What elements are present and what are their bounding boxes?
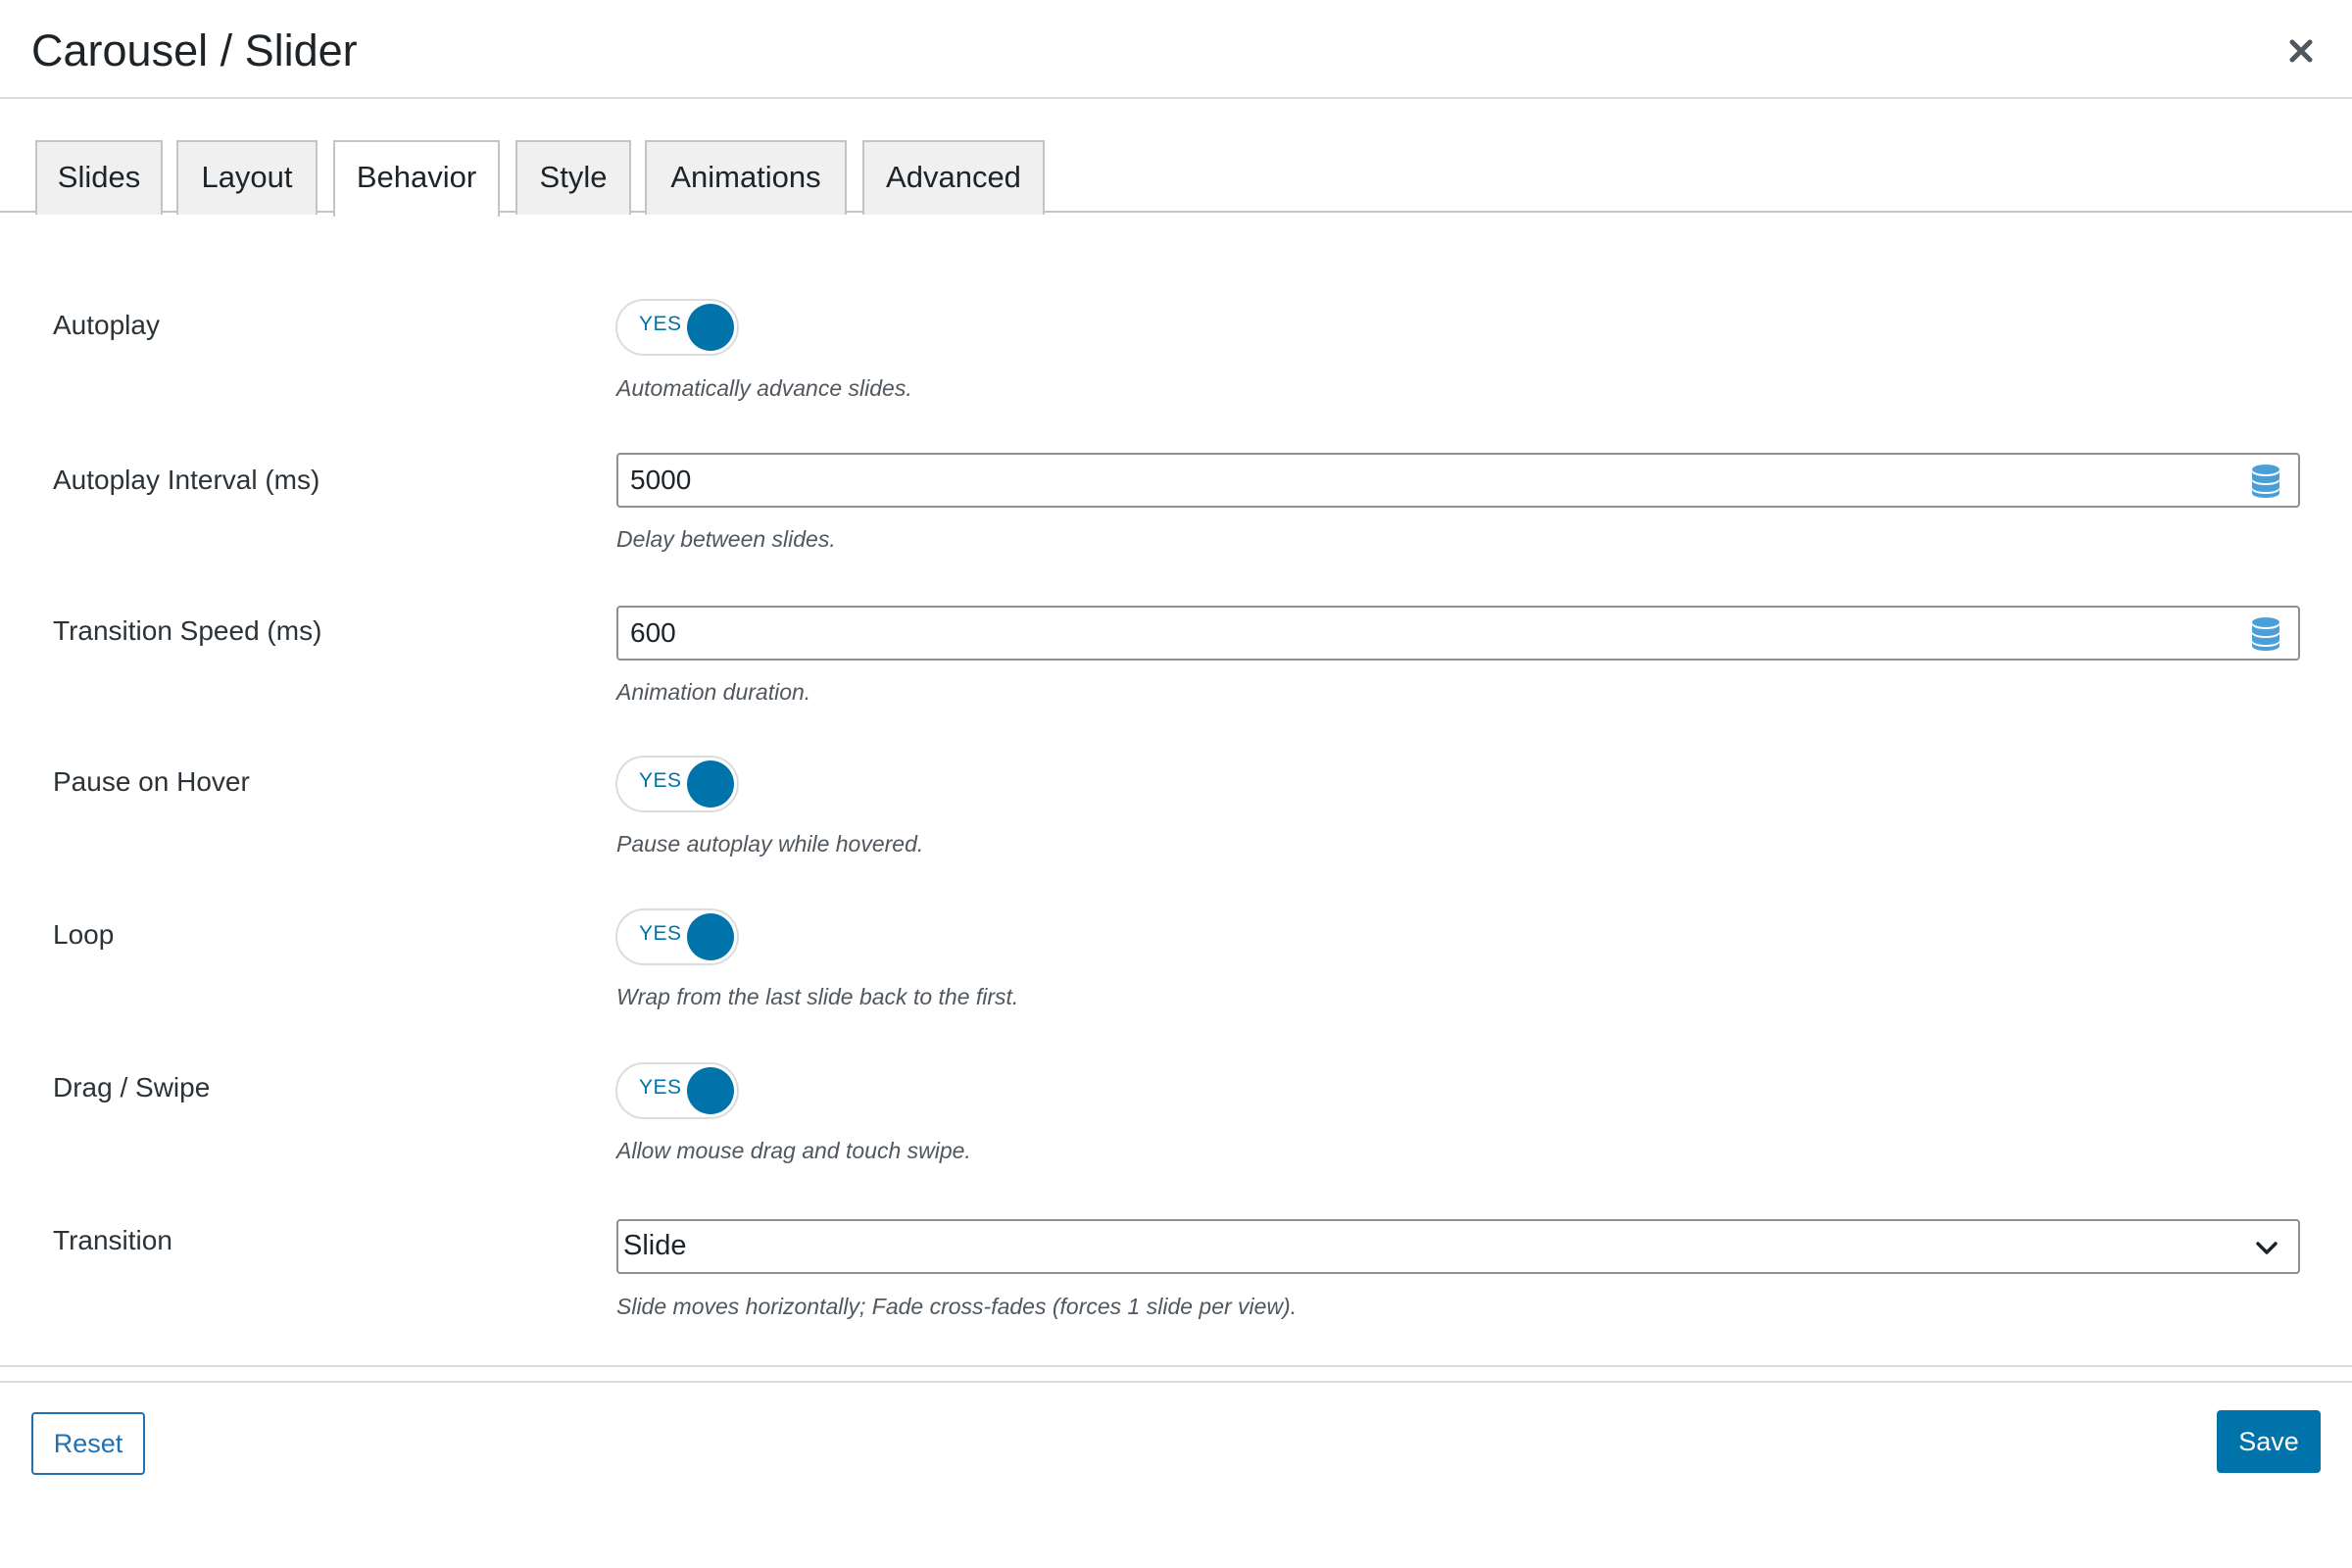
- transition-selected-value: Slide: [623, 1230, 687, 1261]
- toggle-knob: [687, 760, 734, 808]
- autoplay-interval-help: Delay between slides.: [616, 526, 836, 552]
- toggle-state-text: YES: [639, 1076, 682, 1099]
- autoplay-interval-field: [616, 453, 2300, 508]
- toggle-knob: [687, 1067, 734, 1114]
- loop-label: Loop: [53, 919, 115, 950]
- close-icon: [2289, 39, 2313, 63]
- tab-advanced[interactable]: Advanced: [862, 140, 1045, 215]
- close-button[interactable]: [2279, 29, 2323, 73]
- transition-speed-help: Animation duration.: [616, 679, 811, 705]
- toggle-state-text: YES: [639, 769, 682, 792]
- loop-help: Wrap from the last slide back to the fir…: [616, 984, 1019, 1009]
- drag-swipe-toggle[interactable]: YES: [615, 1062, 739, 1119]
- transition-speed-field: [616, 606, 2300, 661]
- transition-help: Slide moves horizontally; Fade cross-fad…: [616, 1294, 1298, 1319]
- autoplay-toggle[interactable]: YES: [615, 299, 739, 356]
- database-icon[interactable]: [2251, 464, 2280, 499]
- tab-bar: Slides Layout Behavior Style Animations …: [0, 99, 2352, 217]
- transition-label: Transition: [53, 1225, 172, 1255]
- tab-slides[interactable]: Slides: [35, 140, 163, 215]
- tab-style[interactable]: Style: [515, 140, 631, 215]
- autoplay-label: Autoplay: [53, 310, 160, 340]
- transition-select[interactable]: Slide: [616, 1219, 2300, 1274]
- footer-divider: [0, 1365, 2352, 1367]
- toggle-state-text: YES: [639, 922, 682, 945]
- modal-title: Carousel / Slider: [31, 25, 358, 75]
- transition-speed-label: Transition Speed (ms): [53, 615, 322, 646]
- pause-on-hover-toggle[interactable]: YES: [615, 756, 739, 812]
- chevron-down-icon: [2256, 1242, 2278, 1254]
- toggle-knob: [687, 913, 734, 960]
- drag-swipe-help: Allow mouse drag and touch swipe.: [616, 1138, 971, 1163]
- carousel-settings-modal: Carousel / Slider Slides Layout Behavior…: [0, 0, 2352, 1568]
- autoplay-help: Automatically advance slides.: [616, 375, 912, 401]
- pause-on-hover-help: Pause autoplay while hovered.: [616, 831, 924, 857]
- footer-divider: [0, 1381, 2352, 1383]
- autoplay-interval-label: Autoplay Interval (ms): [53, 465, 320, 495]
- toggle-state-text: YES: [639, 313, 682, 335]
- drag-swipe-label: Drag / Swipe: [53, 1072, 211, 1102]
- loop-toggle[interactable]: YES: [615, 908, 739, 965]
- save-button[interactable]: Save: [2217, 1410, 2321, 1473]
- pause-on-hover-label: Pause on Hover: [53, 766, 250, 797]
- tab-layout[interactable]: Layout: [176, 140, 318, 215]
- transition-speed-input[interactable]: [628, 612, 2196, 655]
- toggle-knob: [687, 304, 734, 351]
- tab-behavior[interactable]: Behavior: [333, 140, 500, 217]
- modal-header: Carousel / Slider: [0, 0, 2352, 99]
- reset-button[interactable]: Reset: [31, 1412, 145, 1475]
- tab-animations[interactable]: Animations: [645, 140, 847, 215]
- autoplay-interval-input[interactable]: [628, 459, 2196, 502]
- database-icon[interactable]: [2251, 616, 2280, 652]
